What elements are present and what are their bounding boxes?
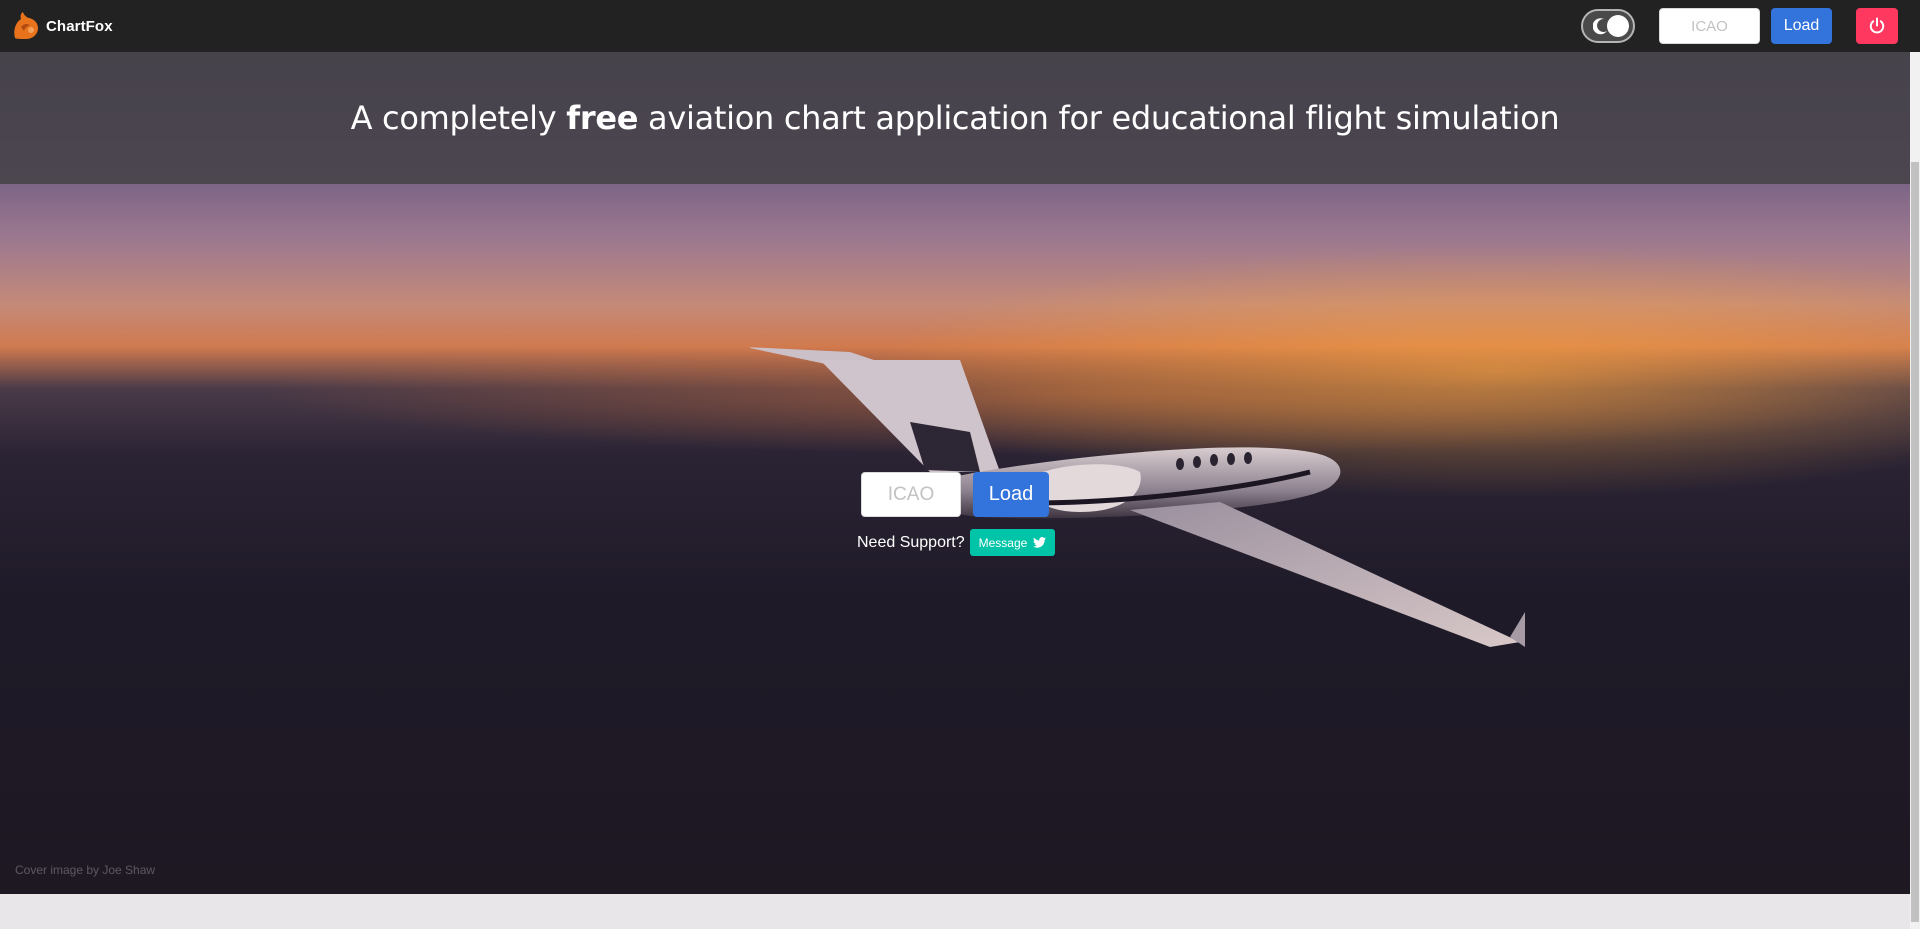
heading-emphasis: free — [566, 99, 639, 137]
brand[interactable]: ChartFox — [12, 0, 113, 52]
power-icon — [1869, 17, 1885, 34]
brand-name: ChartFox — [46, 17, 113, 35]
navbar-icao-input[interactable] — [1659, 8, 1760, 44]
support-text: Need Support? — [857, 533, 965, 551]
scrollbar-thumb[interactable] — [1911, 162, 1919, 922]
message-button[interactable]: Message — [969, 529, 1056, 556]
navbar-load-button[interactable]: Load — [1771, 8, 1832, 44]
page-scrollbar[interactable] — [1910, 52, 1920, 929]
top-navbar: ChartFox Load — [0, 0, 1920, 52]
message-label: Message — [978, 535, 1028, 550]
toggle-knob — [1607, 15, 1629, 37]
cover-image-credit: Cover image by Joe Shaw — [15, 863, 156, 877]
support-row: Need Support? Message — [857, 529, 1056, 556]
icao-input[interactable] — [861, 472, 961, 517]
icao-search-form: Load — [861, 472, 1049, 517]
heading-part-1: A completely — [350, 99, 567, 137]
load-button[interactable]: Load — [973, 472, 1049, 517]
twitter-icon — [1033, 537, 1047, 548]
hero-banner: A completely free aviation chart applica… — [0, 52, 1910, 184]
hero-section: A completely free aviation chart applica… — [0, 52, 1910, 894]
dark-mode-toggle[interactable] — [1581, 9, 1635, 43]
page-title: A completely free aviation chart applica… — [351, 99, 1560, 137]
logout-button[interactable] — [1856, 8, 1898, 44]
heading-part-2: aviation chart application for education… — [638, 99, 1560, 137]
fox-logo-icon — [14, 12, 38, 39]
